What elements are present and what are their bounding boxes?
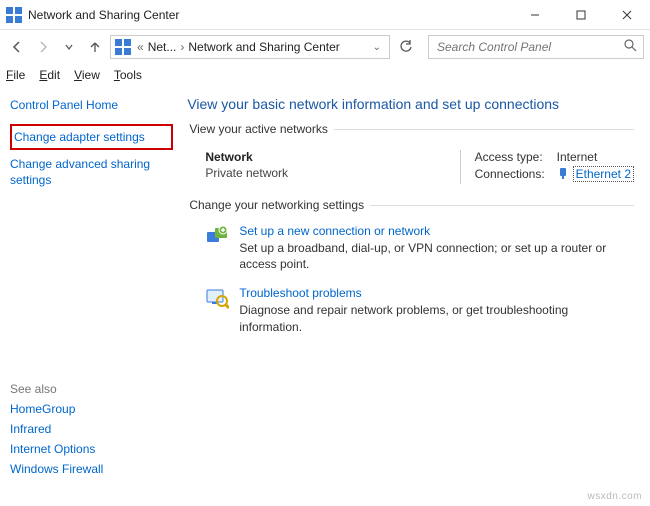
task-troubleshoot-desc: Diagnose and repair network problems, or… — [239, 302, 634, 334]
content: View your basic network information and … — [183, 86, 650, 506]
watermark: wsxdn.com — [587, 491, 642, 502]
menu-edit[interactable]: Edit — [39, 68, 60, 82]
task-setup-connection-desc: Set up a broadband, dial-up, or VPN conn… — [239, 240, 634, 272]
task-setup-connection: Set up a new connection or network Set u… — [187, 220, 634, 282]
refresh-button[interactable] — [394, 35, 418, 59]
app-icon — [6, 7, 22, 23]
breadcrumb-dropdown-icon[interactable]: ⌄ — [369, 42, 385, 53]
active-networks-legend: View your active networks — [187, 122, 334, 136]
forward-button[interactable] — [32, 36, 54, 58]
breadcrumb-icon — [115, 39, 131, 55]
up-button[interactable] — [84, 36, 106, 58]
sidebar-change-adapter-settings[interactable]: Change adapter settings — [10, 124, 173, 150]
maximize-button[interactable] — [558, 0, 604, 30]
access-type-value: Internet — [557, 150, 598, 164]
see-also-infrared[interactable]: Infrared — [10, 422, 173, 436]
window-title: Network and Sharing Center — [28, 8, 179, 22]
breadcrumb[interactable]: « Net... › Network and Sharing Center ⌄ — [110, 35, 390, 59]
breadcrumb-level1[interactable]: Net... — [148, 40, 177, 54]
task-troubleshoot-title[interactable]: Troubleshoot problems — [239, 286, 634, 300]
connection-link[interactable]: Ethernet 2 — [573, 166, 634, 182]
active-network-row: Network Private network Access type: Int… — [187, 144, 634, 188]
network-type: Private network — [205, 166, 445, 180]
see-also-homegroup[interactable]: HomeGroup — [10, 402, 173, 416]
body: Control Panel Home Change adapter settin… — [0, 86, 650, 506]
sidebar-change-advanced-sharing[interactable]: Change advanced sharing settings — [10, 156, 173, 188]
breadcrumb-level2[interactable]: Network and Sharing Center — [188, 40, 339, 54]
network-name: Network — [205, 150, 445, 164]
see-also-internet-options[interactable]: Internet Options — [10, 442, 173, 456]
menu-file[interactable]: File — [6, 68, 25, 82]
titlebar: Network and Sharing Center — [0, 0, 650, 30]
sidebar: Control Panel Home Change adapter settin… — [0, 86, 183, 506]
see-also-section: See also HomeGroup Infrared Internet Opt… — [10, 382, 173, 494]
menubar: File Edit View Tools — [0, 64, 650, 86]
menu-view[interactable]: View — [74, 68, 100, 82]
task-setup-connection-title[interactable]: Set up a new connection or network — [239, 224, 634, 238]
breadcrumb-separator-icon: « — [135, 40, 146, 54]
menu-tools[interactable]: Tools — [114, 68, 142, 82]
active-networks-group: View your active networks Network Privat… — [187, 122, 634, 188]
setup-connection-icon — [205, 224, 229, 248]
see-also-heading: See also — [10, 382, 173, 396]
minimize-button[interactable] — [512, 0, 558, 30]
back-button[interactable] — [6, 36, 28, 58]
change-settings-legend: Change your networking settings — [187, 198, 370, 212]
sidebar-control-panel-home[interactable]: Control Panel Home — [10, 98, 173, 112]
recent-locations-dropdown[interactable] — [58, 36, 80, 58]
change-settings-group: Change your networking settings Set up a… — [187, 198, 634, 345]
close-button[interactable] — [604, 0, 650, 30]
see-also-windows-firewall[interactable]: Windows Firewall — [10, 462, 173, 476]
connections-label: Connections: — [475, 167, 557, 181]
search-icon[interactable] — [624, 39, 637, 55]
search-box[interactable] — [428, 35, 644, 59]
ethernet-icon — [557, 167, 569, 182]
task-troubleshoot: Troubleshoot problems Diagnose and repai… — [187, 282, 634, 344]
toolbar: « Net... › Network and Sharing Center ⌄ — [0, 30, 650, 64]
page-heading: View your basic network information and … — [187, 96, 634, 112]
access-type-label: Access type: — [475, 150, 557, 164]
breadcrumb-chevron-icon: › — [178, 40, 186, 54]
search-input[interactable] — [435, 39, 624, 55]
troubleshoot-icon — [205, 286, 229, 310]
divider — [460, 150, 461, 184]
